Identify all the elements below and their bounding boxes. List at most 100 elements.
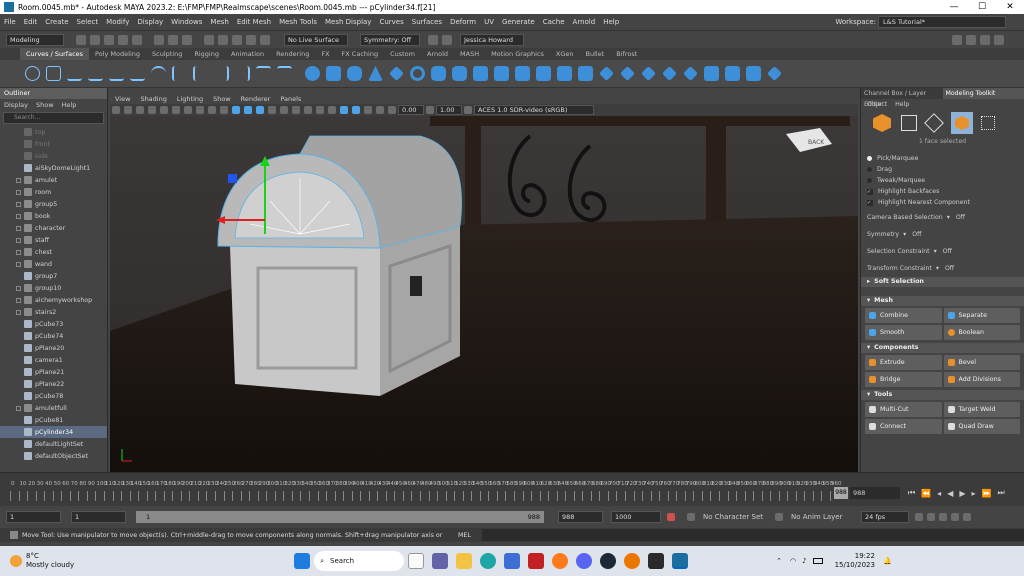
outliner-item[interactable]: defaultLightSet [0, 438, 107, 450]
animation-end-field[interactable]: 1000 [611, 511, 661, 523]
nurbs-square-icon[interactable] [46, 66, 61, 81]
sculpt-geometry-icon[interactable] [767, 66, 782, 81]
image-plane-icon[interactable] [148, 106, 156, 114]
current-frame-marker[interactable]: 988 [834, 487, 848, 499]
use-all-lights-icon[interactable] [280, 106, 288, 114]
menu-modify[interactable]: Modify [102, 18, 133, 26]
boundary-icon[interactable] [557, 66, 572, 81]
select-hierarchy-icon[interactable] [154, 34, 164, 45]
anim-prefs-icon[interactable] [963, 513, 971, 521]
steam-icon[interactable] [600, 553, 617, 569]
extend-surface-icon[interactable] [683, 66, 698, 81]
outliner-item[interactable]: group10 [0, 282, 107, 294]
expand-icon[interactable] [16, 237, 21, 243]
tab-modeling-toolkit[interactable]: Modeling Toolkit [942, 88, 1024, 99]
step-forward-frame-icon[interactable]: ▸ [972, 489, 976, 498]
viewport-menu-renderer[interactable]: Renderer [236, 95, 276, 103]
outliner-item[interactable]: pCube73 [0, 318, 107, 330]
nurbs-cube-icon[interactable] [326, 66, 341, 81]
expand-icon[interactable] [16, 285, 21, 291]
toolkit-menu-help[interactable]: Help [895, 101, 909, 108]
shelf-tab-motion-graphics[interactable]: Motion Graphics [485, 48, 550, 60]
outliner-item[interactable]: top [0, 126, 107, 138]
menu-display[interactable]: Display [133, 18, 167, 26]
isolate-select-icon[interactable] [340, 106, 348, 114]
step-back-frame-icon[interactable]: ◂ [937, 489, 941, 498]
taskbar-search-box[interactable]: ⌕ Search [314, 551, 405, 571]
smooth-button[interactable]: Smooth [865, 325, 942, 340]
anti-aliasing-icon[interactable] [328, 106, 336, 114]
shelf-tab-fx[interactable]: FX [315, 48, 335, 60]
snap-view-icon[interactable] [246, 34, 256, 45]
menu-create[interactable]: Create [41, 18, 72, 26]
viewport-menu-shading[interactable]: Shading [135, 95, 171, 103]
undo-icon[interactable] [118, 34, 128, 45]
notification-bell-icon[interactable]: 🔔 [883, 557, 892, 565]
menu-file[interactable]: File [0, 18, 20, 26]
viewport-menu-view[interactable]: View [110, 95, 135, 103]
edge-mode-icon[interactable] [924, 113, 944, 133]
play-backward-icon[interactable]: ◀ [947, 489, 953, 498]
extrude-button[interactable]: Extrude [865, 355, 942, 370]
soft-selection-header[interactable]: ▸ Soft Selection [861, 277, 1024, 287]
nurbs-plane-icon[interactable] [389, 66, 404, 81]
open-scene-icon[interactable] [90, 34, 100, 45]
play-forward-icon[interactable]: ▶ [959, 489, 965, 498]
save-scene-icon[interactable] [104, 34, 114, 45]
mcafee-icon[interactable] [528, 553, 545, 569]
workspace-dropdown[interactable]: L&S Tutorial* [878, 16, 1006, 28]
outliner-item[interactable]: room [0, 186, 107, 198]
file-explorer-icon[interactable] [456, 553, 473, 569]
outliner-item[interactable]: aiSkyDomeLight1 [0, 162, 107, 174]
menu-curves[interactable]: Curves [375, 18, 407, 26]
selection-constraint-row[interactable]: Selection Constraint ▾ Off [861, 246, 1024, 257]
redo-icon[interactable] [132, 34, 142, 45]
viewport-menu-show[interactable]: Show [208, 95, 236, 103]
expand-icon[interactable] [16, 201, 21, 207]
outliner-item[interactable]: pCylinder34 [0, 426, 107, 438]
outliner-search-input[interactable]: Search... [3, 112, 104, 124]
tab-channel-box[interactable]: Channel Box / Layer Editor [861, 88, 943, 108]
edge-icon[interactable] [480, 553, 497, 569]
menu-arnold[interactable]: Arnold [569, 18, 600, 26]
snap-grid-icon[interactable] [204, 34, 214, 45]
anim-layer-dropdown[interactable]: No Anim Layer [791, 513, 861, 521]
shelf-tab-bullet[interactable]: Bullet [580, 48, 611, 60]
tools-section-header[interactable]: ▾ Tools [861, 390, 1024, 400]
expand-icon[interactable] [16, 261, 21, 267]
fps-dropdown[interactable]: 24 fps [861, 511, 909, 523]
nurbs-cylinder-icon[interactable] [347, 66, 362, 81]
shelf-tab-arnold[interactable]: Arnold [421, 48, 454, 60]
expand-icon[interactable] [16, 309, 21, 315]
menu-mesh-tools[interactable]: Mesh Tools [275, 18, 321, 26]
outliner-item[interactable]: wand [0, 258, 107, 270]
new-scene-icon[interactable] [76, 34, 86, 45]
menu-mesh-display[interactable]: Mesh Display [321, 18, 375, 26]
move-manipulator-z-handle[interactable] [228, 174, 237, 183]
bevel-button[interactable]: Bevel [943, 355, 1020, 370]
object-mode-icon[interactable] [873, 114, 891, 132]
outliner-item[interactable]: pCube78 [0, 390, 107, 402]
camera-attributes-icon[interactable] [124, 106, 132, 114]
menu-generate[interactable]: Generate [498, 18, 539, 26]
outliner-item[interactable]: book [0, 210, 107, 222]
menu-deform[interactable]: Deform [446, 18, 480, 26]
shelf-tab-fx-caching[interactable]: FX Caching [336, 48, 385, 60]
checkbox-highlight-backfaces[interactable]: ✓ Highlight Backfaces [861, 186, 1024, 197]
ambient-occlusion-icon[interactable] [304, 106, 312, 114]
teams-icon[interactable] [432, 553, 449, 569]
user-account-dropdown[interactable]: Jessica Howard [460, 33, 524, 46]
attach-curves-icon[interactable] [172, 66, 187, 81]
outliner-item[interactable]: pCube74 [0, 330, 107, 342]
battery-icon[interactable] [812, 558, 823, 564]
bridge-button[interactable]: Bridge [865, 372, 942, 387]
components-section-header[interactable]: ▾ Components [861, 343, 1024, 353]
color-management-icon[interactable] [464, 106, 472, 114]
wifi-icon[interactable]: ◠ [790, 557, 796, 565]
separate-button[interactable]: Separate [943, 308, 1020, 323]
range-slider[interactable]: 1 988 [136, 511, 544, 523]
character-set-icon[interactable] [687, 513, 695, 521]
loft-icon[interactable] [452, 66, 467, 81]
camera-select-icon[interactable] [112, 106, 120, 114]
playback-end-field[interactable]: 988 [558, 511, 603, 523]
